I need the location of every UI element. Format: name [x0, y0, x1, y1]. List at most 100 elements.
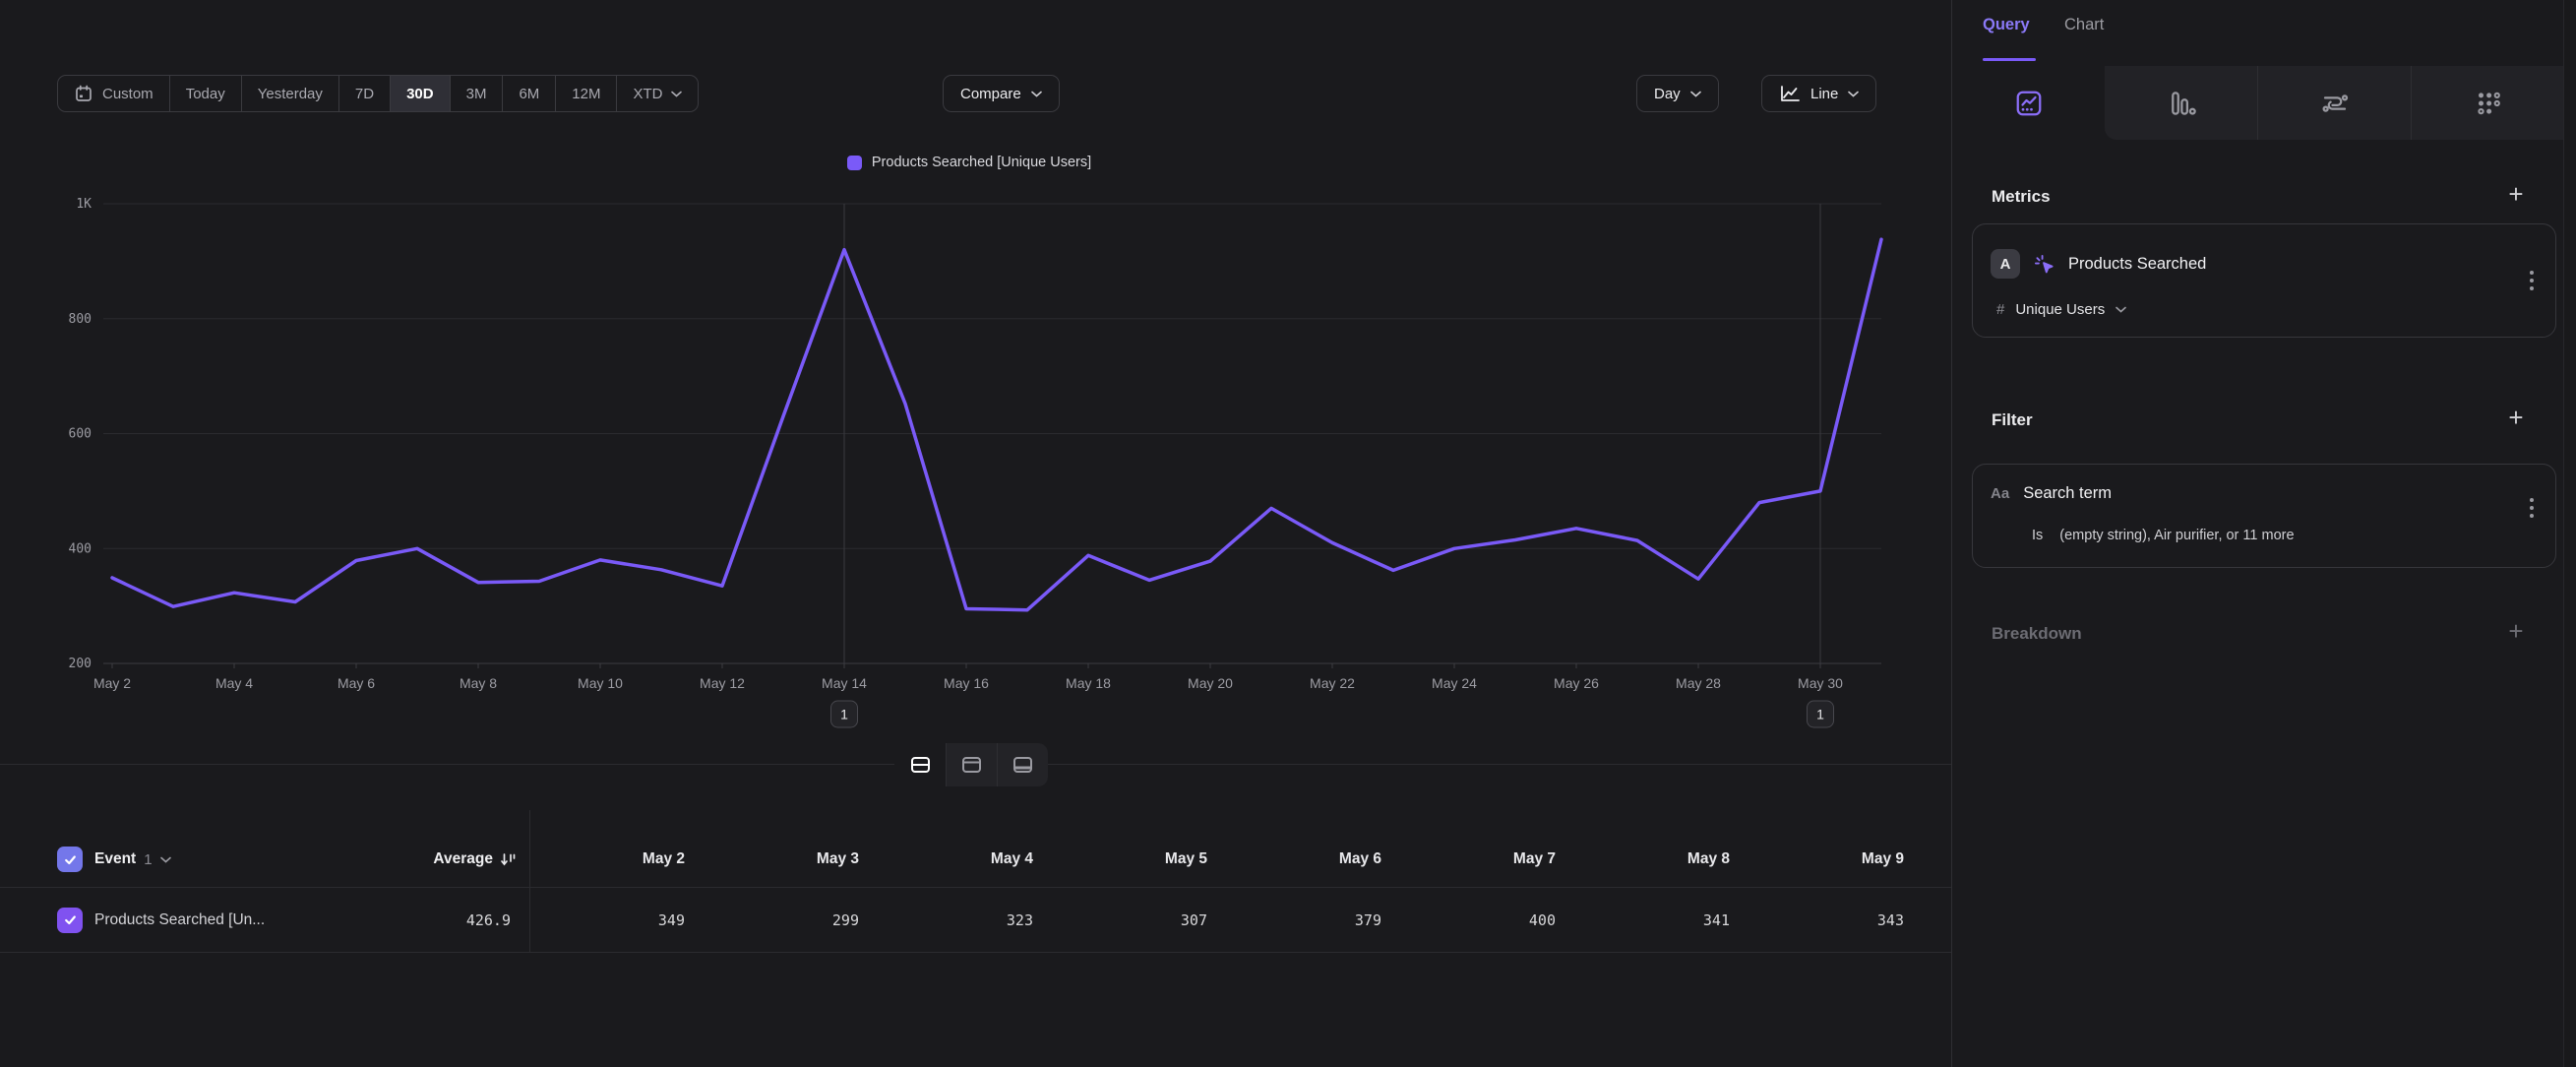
range-button-today[interactable]: Today — [169, 76, 241, 111]
annotation-badge-label: 1 — [840, 707, 848, 722]
series-line[interactable] — [112, 239, 1881, 610]
row-average-value: 426.9 — [466, 911, 511, 929]
range-button-yesterday[interactable]: Yesterday — [241, 76, 338, 111]
measure-selector[interactable]: Unique Users — [2015, 301, 2105, 318]
tab-query[interactable]: Query — [1983, 16, 2030, 34]
tab-chart[interactable]: Chart — [2064, 16, 2104, 34]
select-all-checkbox[interactable] — [57, 847, 83, 872]
tab-funnels[interactable] — [2105, 66, 2257, 140]
split-view-icon — [910, 756, 931, 774]
cell-value: 400 — [1407, 888, 1581, 952]
legend-label: Products Searched [Unique Users] — [872, 155, 1091, 170]
x-axis-tick: May 12 — [700, 675, 745, 691]
x-axis-tick: May 30 — [1798, 675, 1843, 691]
range-button-3m[interactable]: 3M — [450, 76, 503, 111]
split-view-button[interactable] — [894, 743, 946, 786]
tab-flows[interactable] — [2257, 66, 2411, 140]
filter-operator[interactable]: Is — [2032, 528, 2043, 543]
chevron-down-icon — [1690, 91, 1701, 97]
y-axis-tick: 800 — [69, 312, 92, 327]
y-axis-tick: 400 — [69, 541, 92, 556]
cell-value: 323 — [885, 888, 1059, 952]
date-range-group: CustomTodayYesterday7D30D3M6M12MXTD — [57, 75, 699, 112]
granularity-button[interactable]: Day — [1636, 75, 1719, 112]
date-column-header[interactable]: May 9 — [1755, 832, 1930, 887]
range-button-7d[interactable]: 7D — [338, 76, 390, 111]
tab-insights[interactable] — [1952, 66, 2105, 140]
table-only-view-icon — [1012, 756, 1033, 774]
add-breakdown-button[interactable]: + — [2503, 618, 2529, 644]
y-axis-tick: 200 — [69, 657, 92, 671]
cell-value: 299 — [710, 888, 885, 952]
date-column-header[interactable]: May 4 — [885, 832, 1059, 887]
legend-swatch — [847, 156, 862, 170]
measure-prefix: # — [1996, 301, 2004, 318]
range-button-6m[interactable]: 6M — [502, 76, 555, 111]
insights-tab-icon — [2014, 89, 2044, 118]
date-column-header[interactable]: May 7 — [1407, 832, 1581, 887]
chevron-down-icon — [160, 856, 171, 863]
date-column-header[interactable]: May 8 — [1581, 832, 1755, 887]
x-axis-tick: May 18 — [1066, 675, 1111, 691]
x-axis-tick: May 8 — [460, 675, 497, 691]
average-column-header[interactable]: Average — [433, 850, 493, 868]
filter-card[interactable]: Aa Search term Is (empty string), Air pu… — [1972, 464, 2556, 568]
sort-icon[interactable] — [500, 851, 517, 867]
metrics-heading: Metrics — [1992, 187, 2051, 207]
date-column-header[interactable]: May 6 — [1233, 832, 1407, 887]
date-column-header[interactable]: May 3 — [710, 832, 885, 887]
add-metric-button[interactable]: + — [2503, 181, 2529, 207]
filter-heading: Filter — [1992, 410, 2033, 430]
metric-letter-badge: A — [1991, 249, 2020, 279]
metric-card[interactable]: A Products Searched # Unique Users — [1972, 223, 2556, 338]
range-button-custom[interactable]: Custom — [58, 76, 169, 111]
x-axis-tick: May 2 — [93, 675, 131, 691]
chevron-down-icon — [2116, 306, 2126, 313]
text-property-icon: Aa — [1991, 485, 2009, 502]
date-column-header[interactable]: May 2 — [536, 832, 710, 887]
range-button-30d[interactable]: 30D — [390, 76, 450, 111]
chart-only-view-button[interactable] — [946, 743, 997, 786]
range-button-xtd[interactable]: XTD — [616, 76, 698, 111]
date-column-header[interactable]: May 5 — [1059, 832, 1233, 887]
table-row: Products Searched [Un... 426.9 349299323… — [0, 887, 1951, 953]
funnel-tab-icon — [2167, 89, 2196, 118]
chevron-down-icon — [671, 91, 682, 97]
active-tab-underline — [1983, 58, 2036, 61]
filter-property-name[interactable]: Search term — [2023, 484, 2112, 503]
breakdown-heading: Breakdown — [1992, 624, 2082, 644]
chart-type-button[interactable]: Line — [1761, 75, 1876, 112]
x-axis-tick: May 16 — [944, 675, 989, 691]
compare-button[interactable]: Compare — [943, 75, 1060, 112]
row-checkbox[interactable] — [57, 908, 83, 933]
scrollbar-gutter[interactable] — [2563, 0, 2576, 1067]
tab-retention[interactable] — [2411, 66, 2564, 140]
metric-name[interactable]: Products Searched — [2068, 255, 2206, 274]
line-chart[interactable]: 1K800600400200May 2May 4May 6May 8May 10… — [0, 187, 1938, 753]
cell-value: 341 — [1581, 888, 1755, 952]
event-count: 1 — [144, 851, 152, 868]
table-header-row: Event 1 Average May 2May 3May 4May 5May … — [0, 832, 1951, 887]
event-column-header[interactable]: Event 1 — [94, 850, 171, 868]
table-only-view-button[interactable] — [997, 743, 1048, 786]
retention-tab-icon — [2474, 89, 2503, 118]
x-axis-tick: May 10 — [578, 675, 623, 691]
event-label: Event — [94, 850, 136, 868]
x-axis-tick: May 14 — [822, 675, 867, 691]
add-filter-button[interactable]: + — [2503, 405, 2529, 430]
annotation-badge-label: 1 — [1816, 707, 1824, 722]
filter-value[interactable]: (empty string), Air purifier, or 11 more — [2059, 528, 2294, 543]
range-button-12m[interactable]: 12M — [555, 76, 616, 111]
x-axis-tick: May 24 — [1432, 675, 1477, 691]
chart-only-view-icon — [961, 756, 982, 774]
row-event-name[interactable]: Products Searched [Un... — [94, 911, 265, 929]
cell-value: 379 — [1233, 888, 1407, 952]
compare-label: Compare — [960, 86, 1021, 102]
query-side-panel: Query Chart — [1951, 0, 2576, 1067]
kebab-menu-icon[interactable] — [2530, 498, 2534, 518]
line-chart-icon — [1779, 85, 1801, 103]
x-axis-tick: May 22 — [1310, 675, 1355, 691]
x-axis-tick: May 6 — [337, 675, 375, 691]
kebab-menu-icon[interactable] — [2530, 271, 2534, 290]
event-icon — [2033, 253, 2055, 276]
